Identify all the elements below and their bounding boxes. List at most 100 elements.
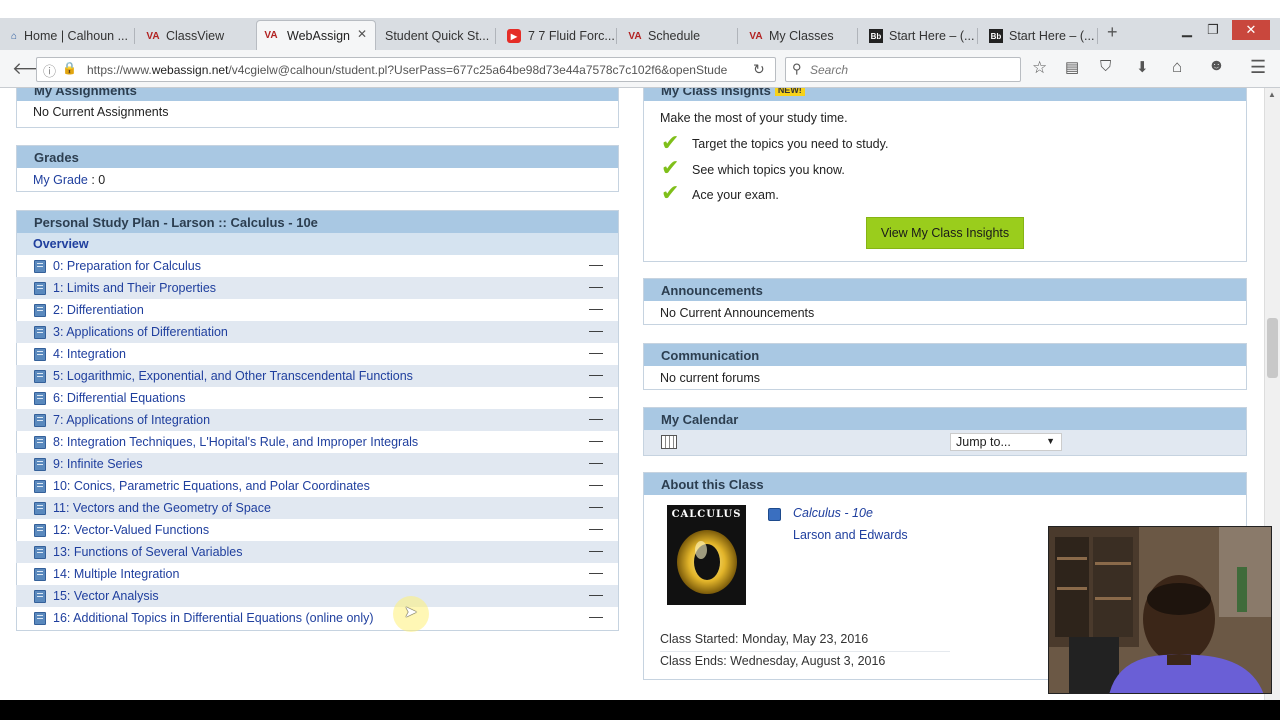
chapter-row[interactable]: 10: Conics, Parametric Equations, and Po…	[16, 475, 618, 497]
scroll-up-icon[interactable]: ▲	[1268, 90, 1276, 99]
chapter-link[interactable]: 6: Differential Equations	[53, 391, 186, 405]
insight-item: Ace your exam.	[692, 188, 779, 202]
chapter-link[interactable]: 12: Vector-Valued Functions	[53, 523, 209, 537]
chapter-row[interactable]: 13: Functions of Several Variables —	[16, 541, 618, 563]
overview-link[interactable]: Overview	[33, 237, 89, 251]
search-bar[interactable]: ⚲ Search	[785, 57, 1021, 82]
chapter-row[interactable]: 1: Limits and Their Properties —	[16, 277, 618, 299]
class-insights-title: My Class Insights	[661, 88, 771, 98]
tab-home-calhoun[interactable]: ⌂ Home | Calhoun ...	[0, 22, 135, 50]
chapter-row[interactable]: 2: Differentiation —	[16, 299, 618, 321]
info-icon[interactable]: ⓘ	[43, 61, 56, 80]
view-class-insights-button[interactable]: View My Class Insights	[866, 217, 1024, 249]
chapter-link[interactable]: 11: Vectors and the Geometry of Space	[53, 501, 271, 515]
chapter-row[interactable]: 9: Infinite Series —	[16, 453, 618, 475]
chapter-row[interactable]: 5: Logarithmic, Exponential, and Other T…	[16, 365, 618, 387]
chapter-row[interactable]: 16: Additional Topics in Differential Eq…	[16, 607, 618, 629]
chapter-link[interactable]: 5: Logarithmic, Exponential, and Other T…	[53, 369, 413, 383]
scroll-thumb[interactable]	[1267, 318, 1278, 378]
book-title-link[interactable]: Calculus - 10e	[793, 506, 873, 520]
class-started: Class Started: Monday, May 23, 2016	[660, 632, 950, 652]
chapter-book-icon	[34, 590, 46, 603]
my-grade-link[interactable]: My Grade	[33, 173, 88, 187]
chapter-row[interactable]: 4: Integration —	[16, 343, 618, 365]
class-ends: Class Ends: Wednesday, August 3, 2016	[660, 654, 886, 668]
book-cover-art	[677, 530, 737, 594]
chapter-link[interactable]: 13: Functions of Several Variables	[53, 545, 242, 559]
webassign-icon: VA	[628, 30, 642, 42]
chapter-link[interactable]: 14: Multiple Integration	[53, 567, 179, 581]
tab-classview[interactable]: VA ClassView	[139, 22, 256, 50]
jump-to-value: Jump to...	[956, 435, 1011, 449]
chevron-down-icon: ▼	[1046, 436, 1055, 446]
download-icon[interactable]: ⬇	[1136, 58, 1149, 76]
chapter-link[interactable]: 9: Infinite Series	[53, 457, 143, 471]
chapter-row[interactable]: 6: Differential Equations —	[16, 387, 618, 409]
chapter-link[interactable]: 8: Integration Techniques, L'Hopital's R…	[53, 435, 418, 449]
about-class-header: About this Class	[644, 473, 1246, 495]
chapter-link[interactable]: 10: Conics, Parametric Equations, and Po…	[53, 479, 370, 493]
hello-chat-icon[interactable]: ☻	[1208, 57, 1225, 75]
bookmark-star-icon[interactable]: ☆	[1032, 58, 1047, 78]
chapter-row[interactable]: 11: Vectors and the Geometry of Space —	[16, 497, 618, 519]
calendar-header: My Calendar	[644, 408, 1246, 430]
window-close-icon[interactable]: ✕	[1232, 20, 1270, 40]
webassign-icon: VA	[264, 29, 278, 41]
new-tab-icon[interactable]: +	[1107, 22, 1118, 43]
menu-icon[interactable]: ☰	[1250, 57, 1266, 78]
lock-icon: 🔒	[62, 61, 77, 75]
assignments-header: My Assignments	[17, 88, 618, 101]
tab-webassign[interactable]: VA WebAssign ✕	[256, 20, 376, 50]
chapter-row[interactable]: 0: Preparation for Calculus —	[16, 255, 618, 277]
close-tab-icon[interactable]: ✕	[357, 27, 367, 41]
chapter-link[interactable]: 15: Vector Analysis	[53, 589, 159, 603]
home-button-icon[interactable]: ⌂	[1172, 57, 1182, 77]
maximize-icon[interactable]: ❐	[1200, 20, 1226, 40]
chapter-link[interactable]: 4: Integration	[53, 347, 126, 361]
tab-label: ClassView	[166, 29, 225, 43]
chapter-link[interactable]: 0: Preparation for Calculus	[53, 259, 201, 273]
chapter-progress-dash: —	[589, 608, 603, 624]
tab-label: Home | Calhoun ...	[24, 29, 128, 43]
url-bar[interactable]: ⓘ 🔒 https://www.webassign.net/v4cgielw@c…	[36, 57, 776, 82]
tab-fluid-forces[interactable]: ▶ 7 7 Fluid Forc...	[500, 22, 617, 50]
chapter-book-icon	[34, 568, 46, 581]
tab-schedule[interactable]: VA Schedule	[621, 22, 738, 50]
tab-my-classes[interactable]: VA My Classes	[742, 22, 858, 50]
communication-text: No current forums	[660, 371, 761, 385]
chapter-link[interactable]: 3: Applications of Differentiation	[53, 325, 228, 339]
pocket-icon[interactable]: ⛉	[1100, 58, 1111, 75]
checkmark-icon: ✔	[661, 130, 680, 155]
chapter-link[interactable]: 7: Applications of Integration	[53, 413, 210, 427]
insight-item: Target the topics you need to study.	[692, 137, 889, 151]
chapter-row[interactable]: 14: Multiple Integration —	[16, 563, 618, 585]
chapter-book-icon	[34, 612, 46, 625]
chapter-row[interactable]: 3: Applications of Differentiation —	[16, 321, 618, 343]
calendar-icon[interactable]	[661, 435, 677, 449]
tab-start-here-1[interactable]: Bb Start Here – (...	[862, 22, 978, 50]
chapter-progress-dash: —	[589, 498, 603, 514]
chapter-link[interactable]: 2: Differentiation	[53, 303, 144, 317]
chapter-progress-dash: —	[589, 256, 603, 272]
reload-icon[interactable]: ↻	[753, 61, 765, 78]
chapter-row[interactable]: 15: Vector Analysis —	[16, 585, 618, 607]
jump-to-select[interactable]: Jump to... ▼	[950, 433, 1062, 451]
tab-start-here-2[interactable]: Bb Start Here – (...	[982, 22, 1098, 50]
url-prefix: https://www.	[87, 63, 152, 77]
chapter-book-icon	[34, 392, 46, 405]
grade-value: : 0	[87, 173, 106, 187]
reading-list-icon[interactable]: ▤	[1065, 58, 1079, 76]
chapter-link[interactable]: 16: Additional Topics in Differential Eq…	[53, 611, 374, 625]
chapter-row[interactable]: 12: Vector-Valued Functions —	[16, 519, 618, 541]
minimize-icon[interactable]: ▁	[1174, 20, 1200, 40]
chapter-row[interactable]: 7: Applications of Integration —	[16, 409, 618, 431]
chapter-book-icon	[34, 480, 46, 493]
chapter-link[interactable]: 1: Limits and Their Properties	[53, 281, 216, 295]
insights-intro: Make the most of your study time.	[660, 111, 848, 125]
tab-student-quick-start[interactable]: Student Quick St...	[376, 22, 496, 50]
chapter-progress-dash: —	[589, 344, 603, 360]
announcements-panel: Announcements No Current Announcements	[643, 278, 1247, 325]
tab-label: Student Quick St...	[385, 29, 490, 43]
url-text[interactable]: https://www.webassign.net/v4cgielw@calho…	[87, 63, 727, 77]
chapter-row[interactable]: 8: Integration Techniques, L'Hopital's R…	[16, 431, 618, 453]
